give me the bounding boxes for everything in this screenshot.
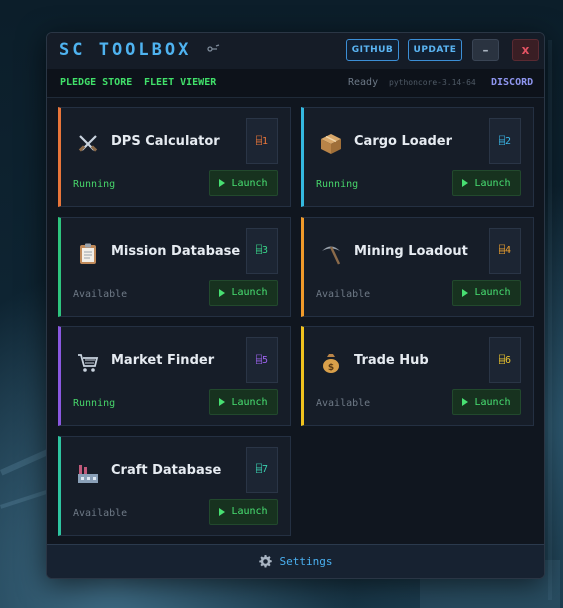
launch-label: Launch bbox=[474, 287, 511, 298]
play-icon bbox=[219, 507, 226, 516]
launch-label: Launch bbox=[231, 506, 268, 517]
gear-icon bbox=[258, 555, 272, 568]
tool-name: Mission Database bbox=[111, 243, 241, 259]
tool-card[interactable]: Cargo Loader ⌸2 Running Launch bbox=[301, 107, 534, 207]
launch-label: Launch bbox=[231, 396, 268, 408]
launch-button[interactable]: Launch bbox=[452, 170, 521, 196]
clipboard-icon bbox=[76, 242, 100, 266]
tool-status: Available bbox=[316, 288, 371, 300]
launch-label: Launch bbox=[474, 396, 511, 408]
tool-name: Market Finder bbox=[111, 353, 215, 368]
package-icon bbox=[319, 132, 343, 156]
launch-label: Launch bbox=[231, 287, 268, 298]
hotkey-badge: ⌸2 bbox=[489, 118, 521, 164]
pickaxe-icon bbox=[319, 242, 343, 266]
tool-name: Craft Database bbox=[111, 462, 222, 478]
hotkey-badge: ⌸7 bbox=[246, 446, 278, 493]
pledge-store-link[interactable]: PLEDGE STORE bbox=[60, 77, 132, 88]
hotkey-badge: ⌸5 bbox=[246, 337, 278, 383]
tool-card[interactable]: DPS Calculator ⌸1 Running Launch bbox=[58, 107, 291, 207]
hotkey-badge: ⌸1 bbox=[246, 118, 278, 164]
launch-button[interactable]: Launch bbox=[209, 170, 278, 196]
close-button[interactable]: x bbox=[512, 39, 539, 61]
svg-text:$: $ bbox=[328, 363, 334, 373]
launch-label: Launch bbox=[474, 177, 511, 189]
tool-name: Trade Hub bbox=[354, 353, 429, 368]
tool-status: Available bbox=[316, 398, 371, 409]
tool-card[interactable]: Mining Loadout ⌸4 Available Launch bbox=[301, 216, 534, 317]
version-text: pythoncore-3.14-64 bbox=[389, 78, 476, 87]
hotkey-badge: ⌸3 bbox=[246, 227, 278, 274]
play-icon bbox=[219, 288, 226, 297]
tool-card[interactable]: Craft Database ⌸7 Available Launch bbox=[58, 435, 291, 536]
tool-status: Available bbox=[73, 288, 128, 300]
nav-bar: PLEDGE STORE FLEET VIEWER Ready pythonco… bbox=[47, 69, 544, 98]
play-icon bbox=[219, 179, 226, 187]
tool-status: Running bbox=[316, 179, 359, 190]
tool-card[interactable]: Market Finder ⌸5 Running Launch bbox=[58, 326, 291, 426]
tool-card[interactable]: $ Trade Hub ⌸6 Available Launch bbox=[301, 326, 534, 426]
hotkey-badge: ⌸4 bbox=[489, 227, 521, 274]
play-icon bbox=[462, 398, 469, 406]
factory-icon bbox=[76, 461, 100, 485]
tool-name: DPS Calculator bbox=[111, 134, 220, 149]
launch-button[interactable]: Launch bbox=[452, 279, 521, 306]
update-button[interactable]: UPDATE bbox=[408, 39, 462, 61]
pin-icon[interactable] bbox=[207, 43, 221, 53]
tool-status: Available bbox=[73, 507, 128, 519]
status-text: Ready bbox=[348, 77, 379, 88]
launch-label: Launch bbox=[231, 177, 268, 189]
app-title: SC TOOLBOX bbox=[59, 40, 192, 60]
tool-name: Cargo Loader bbox=[354, 134, 453, 149]
settings-label: Settings bbox=[279, 555, 333, 568]
launch-button[interactable]: Launch bbox=[209, 389, 278, 415]
hotkey-badge: ⌸6 bbox=[489, 337, 521, 383]
launch-button[interactable]: Launch bbox=[209, 498, 278, 525]
money-bag-icon: $ bbox=[319, 351, 343, 375]
discord-link[interactable]: DISCORD bbox=[491, 77, 533, 88]
minimize-button[interactable]: – bbox=[472, 39, 499, 61]
play-icon bbox=[462, 179, 469, 187]
play-icon bbox=[219, 398, 226, 406]
app-window: SC TOOLBOX GITHUB UPDATE – x PLEDGE STOR… bbox=[46, 32, 545, 579]
tool-name: Mining Loadout bbox=[354, 243, 468, 259]
crossed-swords-icon bbox=[76, 132, 100, 156]
tool-card[interactable]: Mission Database ⌸3 Available Launch bbox=[58, 216, 291, 317]
settings-bar[interactable]: Settings bbox=[47, 544, 544, 578]
launch-button[interactable]: Launch bbox=[452, 389, 521, 415]
tool-status: Running bbox=[73, 398, 116, 409]
fleet-viewer-link[interactable]: FLEET VIEWER bbox=[144, 77, 216, 88]
title-bar[interactable]: SC TOOLBOX GITHUB UPDATE – x bbox=[47, 33, 544, 70]
play-icon bbox=[462, 288, 469, 297]
launch-button[interactable]: Launch bbox=[209, 279, 278, 306]
tool-status: Running bbox=[73, 179, 116, 190]
shopping-cart-icon bbox=[76, 351, 100, 375]
github-button[interactable]: GITHUB bbox=[346, 39, 399, 61]
